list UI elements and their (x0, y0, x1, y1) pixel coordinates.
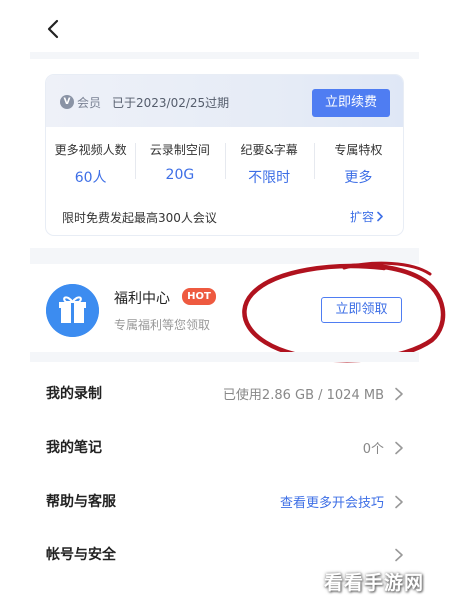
menu-item-recordings[interactable]: 我的录制 已使用2.86 GB / 1024 MB (46, 383, 404, 407)
menu-item-value: 已使用2.86 GB / 1024 MB (222, 388, 384, 403)
hot-badge: HOT (182, 288, 216, 305)
vip-badge-label: 会员 (77, 95, 102, 110)
chevron-right-icon (377, 211, 383, 222)
menu-item-label: 帮助与客服 (46, 494, 116, 510)
menu-item-notes[interactable]: 我的笔记 0个 (46, 437, 404, 461)
membership-card: V 会员 已于2023/02/25过期 立即续费 更多视频人数 60人 云录制空… (46, 75, 403, 235)
promo-text: 限时免费发起最高300人会议 (62, 211, 217, 225)
stat-item[interactable]: 更多视频人数 60人 (46, 137, 135, 187)
stat-label: 云录制空间 (149, 143, 210, 157)
stat-label: 纪要&字幕 (240, 143, 298, 157)
stat-value: 60人 (74, 170, 107, 186)
stat-label: 更多视频人数 (54, 143, 127, 157)
membership-header: V 会员 已于2023/02/25过期 立即续费 (46, 75, 403, 127)
stat-item[interactable]: 专属特权 更多 (313, 137, 403, 187)
stat-item[interactable]: 纪要&字幕 不限时 (224, 137, 314, 187)
stat-label: 专属特权 (334, 143, 383, 157)
menu-item-label: 帐号与安全 (46, 547, 116, 563)
back-chevron-icon[interactable] (44, 16, 64, 42)
welfare-subtitle: 专属福利等您领取 (114, 318, 211, 332)
renew-button[interactable]: 立即续费 (312, 89, 390, 117)
claim-button[interactable]: 立即领取 (321, 297, 402, 323)
chevron-right-icon (395, 548, 403, 562)
menu-item-value: 查看更多开会技巧 (279, 496, 384, 511)
welfare-title: 福利中心 (114, 291, 170, 307)
chevron-right-icon (395, 441, 403, 455)
section-divider (30, 352, 419, 362)
menu-item-label: 我的录制 (46, 386, 102, 402)
stat-value: 不限时 (248, 170, 291, 186)
section-divider (30, 248, 419, 264)
vip-badge: V 会员 (60, 94, 101, 110)
expand-label: 扩容 (350, 210, 375, 224)
expand-link[interactable]: 扩容 (350, 208, 384, 225)
v-badge-icon: V (60, 95, 74, 109)
watermark: 看看手游网 (324, 572, 425, 594)
stat-value: 更多 (344, 170, 373, 186)
section-divider (30, 52, 419, 59)
expire-text: 已于2023/02/25过期 (112, 96, 230, 110)
chevron-right-icon (395, 387, 403, 401)
gift-icon (46, 284, 99, 337)
menu-item-label: 我的笔记 (46, 440, 102, 456)
chevron-right-icon (395, 495, 403, 509)
stat-item[interactable]: 云录制空间 20G (135, 137, 224, 187)
stat-value: 20G (165, 167, 195, 183)
membership-stats: 更多视频人数 60人 云录制空间 20G 纪要&字幕 不限时 专属特权 更多 (46, 137, 403, 187)
menu-item-help[interactable]: 帮助与客服 查看更多开会技巧 (46, 491, 404, 515)
menu-item-account-security[interactable]: 帐号与安全 (46, 544, 404, 568)
menu-item-value: 0个 (362, 442, 384, 457)
